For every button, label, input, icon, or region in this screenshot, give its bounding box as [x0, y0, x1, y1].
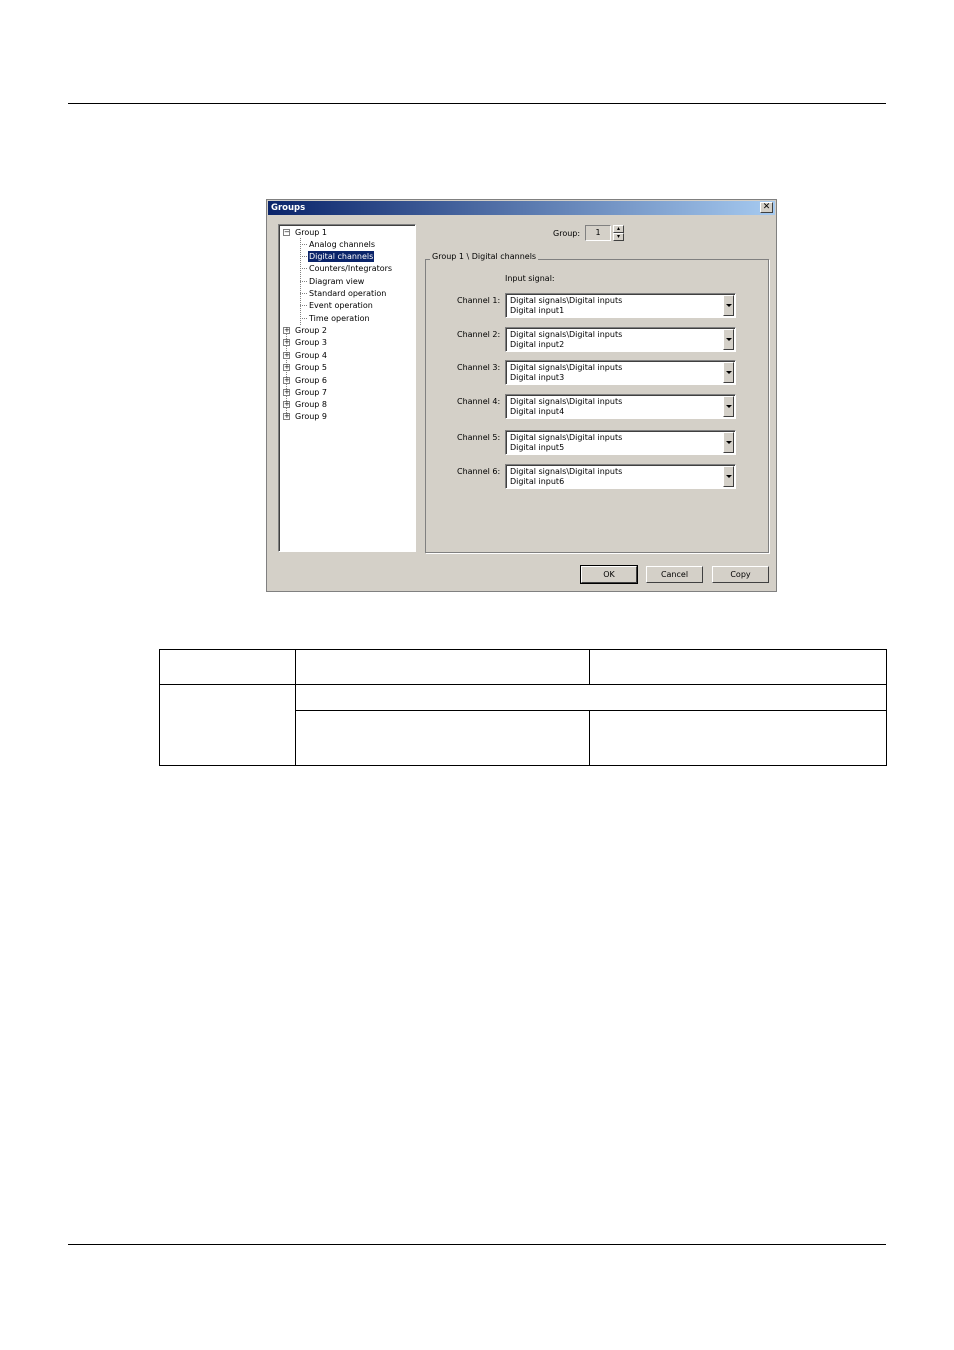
channel-4-line1: Digital signals\Digital inputs: [510, 397, 623, 406]
dialog-titlebar[interactable]: Groups ✕: [268, 201, 775, 215]
channel-2-select[interactable]: Digital signals\Digital inputs Digital i…: [505, 327, 736, 352]
tree-item-label: Group 6: [295, 376, 327, 385]
tree-connector: [300, 293, 307, 294]
copy-button[interactable]: Copy: [712, 566, 769, 583]
expand-icon[interactable]: +: [283, 401, 290, 408]
tree-item-label: Group 9: [295, 412, 327, 421]
tree-connector: [300, 244, 307, 245]
table-cell: [589, 710, 887, 766]
tree-item-label: Counters/Integrators: [309, 264, 393, 273]
chevron-down-icon[interactable]: [723, 295, 734, 316]
table-cell: [159, 684, 296, 766]
channel-2-line2: Digital input2: [510, 340, 565, 349]
channel-3-line1: Digital signals\Digital inputs: [510, 363, 623, 372]
channel-6-line2: Digital input6: [510, 477, 565, 486]
table-cell: [294, 649, 591, 685]
tree-item-label: Standard operation: [309, 289, 387, 298]
table-cell: [589, 649, 887, 685]
tree-item-label: Group 5: [295, 363, 327, 372]
tree-item-label: Group 8: [295, 400, 327, 409]
expand-icon[interactable]: +: [283, 377, 290, 384]
cancel-button[interactable]: Cancel: [646, 566, 703, 583]
tree-item-label: Group 3: [295, 338, 327, 347]
channel-5-line2: Digital input5: [510, 443, 565, 452]
input-signal-label: Input signal:: [505, 274, 555, 283]
tree-item-label: Group 1: [295, 228, 327, 237]
chevron-down-icon[interactable]: [723, 466, 734, 487]
tree-item-label-selected: Digital channels: [308, 251, 375, 262]
channel-6-label: Channel 6:: [457, 467, 501, 476]
channel-6-select[interactable]: Digital signals\Digital inputs Digital i…: [505, 464, 736, 489]
channel-1-line1: Digital signals\Digital inputs: [510, 296, 623, 305]
spin-down-icon[interactable]: ▾: [613, 233, 624, 241]
page-footer-rule: [68, 1244, 886, 1245]
group-label: Group:: [553, 229, 581, 238]
channel-3-select[interactable]: Digital signals\Digital inputs Digital i…: [505, 360, 736, 385]
page-header-rule: [68, 103, 886, 104]
group-number-field[interactable]: 1: [585, 225, 611, 241]
groupbox-legend: Group 1 \ Digital channels: [430, 251, 539, 262]
groups-dialog: Groups ✕ − Group 1 Analog channels Digit…: [266, 199, 777, 592]
expand-icon[interactable]: +: [283, 352, 290, 359]
tree-connector: [300, 281, 307, 282]
table-cell: [294, 710, 591, 766]
channel-4-select[interactable]: Digital signals\Digital inputs Digital i…: [505, 394, 736, 419]
tree-item-label: Analog channels: [309, 240, 376, 249]
tree-item-label: Group 4: [295, 351, 327, 360]
chevron-down-icon[interactable]: [723, 432, 734, 453]
tree-connector: [300, 318, 307, 319]
tree-connector: [300, 256, 307, 257]
close-icon[interactable]: ✕: [760, 202, 773, 213]
tree-connector: [300, 268, 307, 269]
expand-icon[interactable]: +: [283, 339, 290, 346]
channel-4-line2: Digital input4: [510, 407, 565, 416]
tree-connector: [300, 305, 307, 306]
expand-icon[interactable]: +: [283, 413, 290, 420]
chevron-down-icon[interactable]: [723, 396, 734, 417]
table-cell: [294, 684, 888, 711]
channel-2-label: Channel 2:: [457, 330, 501, 339]
group-tree[interactable]: − Group 1 Analog channels Digital channe…: [278, 224, 416, 552]
tree-item-label: Time operation: [309, 314, 370, 323]
tree-item-label: Event operation: [309, 301, 373, 310]
chevron-down-icon[interactable]: [723, 362, 734, 383]
expand-icon[interactable]: +: [283, 364, 290, 371]
table-cell: [159, 649, 296, 685]
channel-3-line2: Digital input3: [510, 373, 565, 382]
collapse-icon[interactable]: −: [283, 229, 290, 236]
tree-item-label: Group 7: [295, 388, 327, 397]
channel-4-label: Channel 4:: [457, 397, 501, 406]
chevron-down-icon[interactable]: [723, 329, 734, 350]
channel-3-label: Channel 3:: [457, 363, 501, 372]
channel-5-line1: Digital signals\Digital inputs: [510, 433, 623, 442]
channel-5-select[interactable]: Digital signals\Digital inputs Digital i…: [505, 430, 736, 455]
dialog-title: Groups: [271, 203, 306, 213]
channel-1-line2: Digital input1: [510, 306, 565, 315]
document-table: [159, 649, 888, 766]
channel-5-label: Channel 5:: [457, 433, 501, 442]
expand-icon[interactable]: +: [283, 389, 290, 396]
tree-item-label: Group 2: [295, 326, 327, 335]
channel-1-label: Channel 1:: [457, 296, 501, 305]
channel-2-line1: Digital signals\Digital inputs: [510, 330, 623, 339]
channel-1-select[interactable]: Digital signals\Digital inputs Digital i…: [505, 293, 736, 318]
tree-item-label: Diagram view: [309, 277, 365, 286]
ok-button[interactable]: OK: [581, 566, 637, 583]
channel-6-line1: Digital signals\Digital inputs: [510, 467, 623, 476]
spin-up-icon[interactable]: ▴: [613, 225, 624, 233]
expand-icon[interactable]: +: [283, 327, 290, 334]
